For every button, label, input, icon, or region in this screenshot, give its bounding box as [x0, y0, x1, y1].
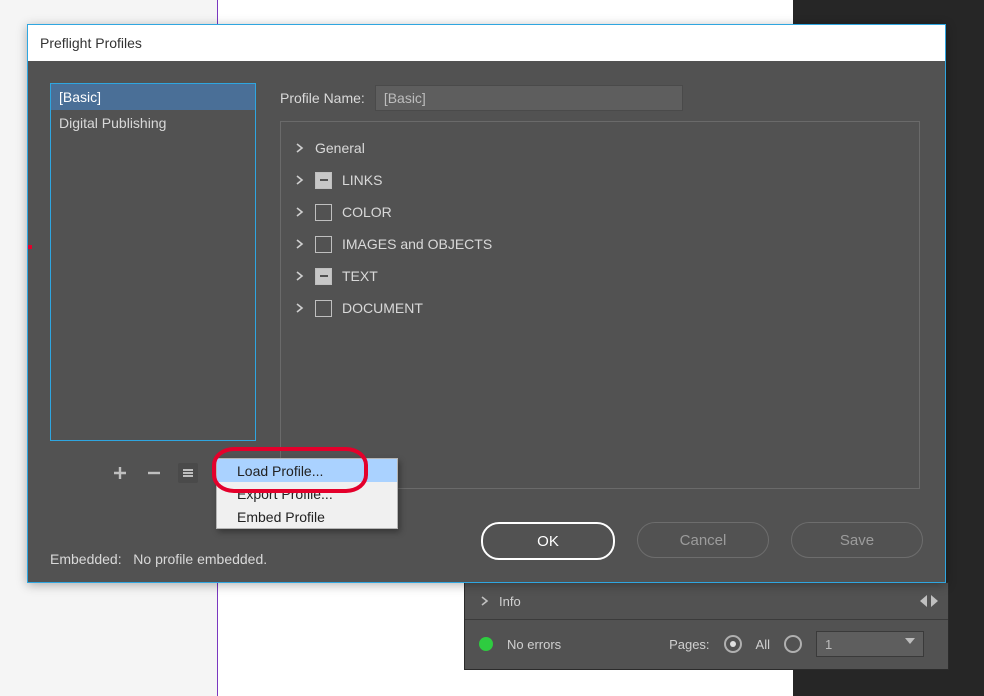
add-profile-button[interactable]	[110, 463, 130, 483]
page-range-value: 1	[825, 637, 832, 652]
tree-row-links[interactable]: LINKS	[295, 164, 905, 196]
button-label: OK	[537, 533, 559, 550]
button-label: Cancel	[680, 532, 727, 549]
profile-name-label: Profile Name:	[280, 90, 365, 106]
tree-label: General	[315, 140, 365, 156]
nav-prev-icon	[920, 595, 927, 607]
checkbox-empty-icon[interactable]	[315, 204, 332, 221]
menu-item-load-profile[interactable]: Load Profile...	[217, 459, 397, 482]
checkbox-partial-icon[interactable]	[315, 268, 332, 285]
checkbox-empty-icon[interactable]	[315, 236, 332, 253]
preflight-panel: Info No errors Pages: All 1	[464, 582, 949, 670]
chevron-right-icon	[295, 143, 305, 153]
chevron-down-icon	[905, 638, 915, 650]
annotation-dot	[28, 245, 32, 249]
dialog-title: Preflight Profiles	[40, 35, 142, 51]
chevron-right-icon	[295, 271, 305, 281]
tree-row-document[interactable]: DOCUMENT	[295, 292, 905, 324]
profile-item-label: [Basic]	[59, 89, 101, 105]
ok-button[interactable]: OK	[481, 522, 615, 560]
profile-menu-button[interactable]	[178, 463, 198, 483]
chevron-right-icon	[295, 303, 305, 313]
pages-all-radio[interactable]	[724, 635, 742, 653]
tree-label: IMAGES and OBJECTS	[342, 236, 492, 252]
chevron-right-icon	[479, 595, 491, 607]
tree-row-general[interactable]: General	[295, 132, 905, 164]
tree-row-text[interactable]: TEXT	[295, 260, 905, 292]
panel-nav-arrows[interactable]	[920, 595, 938, 607]
profile-actions-menu: Load Profile... Export Profile... Embed …	[216, 458, 398, 529]
menu-item-label: Export Profile...	[237, 486, 333, 502]
profile-name-value: [Basic]	[384, 90, 426, 106]
button-label: Save	[840, 532, 874, 549]
page-range-dropdown[interactable]: 1	[816, 631, 924, 657]
chevron-right-icon	[295, 239, 305, 249]
status-dot-icon	[479, 637, 493, 651]
preflight-profiles-dialog: Preflight Profiles [Basic] Digital Publi…	[27, 24, 946, 583]
tree-label: DOCUMENT	[342, 300, 423, 316]
profile-name-input[interactable]: [Basic]	[375, 85, 683, 111]
chevron-right-icon	[295, 207, 305, 217]
profile-item-basic[interactable]: [Basic]	[51, 84, 255, 110]
cancel-button[interactable]: Cancel	[637, 522, 769, 558]
checkbox-partial-icon[interactable]	[315, 172, 332, 189]
pages-all-label: All	[756, 637, 770, 652]
menu-item-label: Embed Profile	[237, 509, 325, 525]
panel-info-row[interactable]: Info	[465, 583, 948, 620]
pages-range-radio[interactable]	[784, 635, 802, 653]
save-button[interactable]: Save	[791, 522, 923, 558]
tree-label: COLOR	[342, 204, 392, 220]
status-text: No errors	[507, 637, 561, 652]
categories-tree: General LINKS COLOR IMAGES and OBJECTS T	[280, 121, 920, 489]
remove-profile-button[interactable]	[144, 463, 164, 483]
chevron-right-icon	[295, 175, 305, 185]
tree-row-color[interactable]: COLOR	[295, 196, 905, 228]
tree-label: TEXT	[342, 268, 378, 284]
profiles-list[interactable]: [Basic] Digital Publishing	[50, 83, 256, 441]
dialog-title-bar: Preflight Profiles	[28, 25, 945, 62]
tree-label: LINKS	[342, 172, 382, 188]
checkbox-empty-icon[interactable]	[315, 300, 332, 317]
menu-item-embed-profile[interactable]: Embed Profile	[217, 505, 397, 528]
nav-next-icon	[931, 595, 938, 607]
tree-row-images-objects[interactable]: IMAGES and OBJECTS	[295, 228, 905, 260]
profile-item-label: Digital Publishing	[59, 115, 166, 131]
profile-item-digital-publishing[interactable]: Digital Publishing	[51, 110, 255, 136]
menu-item-label: Load Profile...	[237, 463, 323, 479]
pages-label: Pages:	[669, 637, 709, 652]
info-label: Info	[499, 594, 521, 609]
menu-item-export-profile[interactable]: Export Profile...	[217, 482, 397, 505]
